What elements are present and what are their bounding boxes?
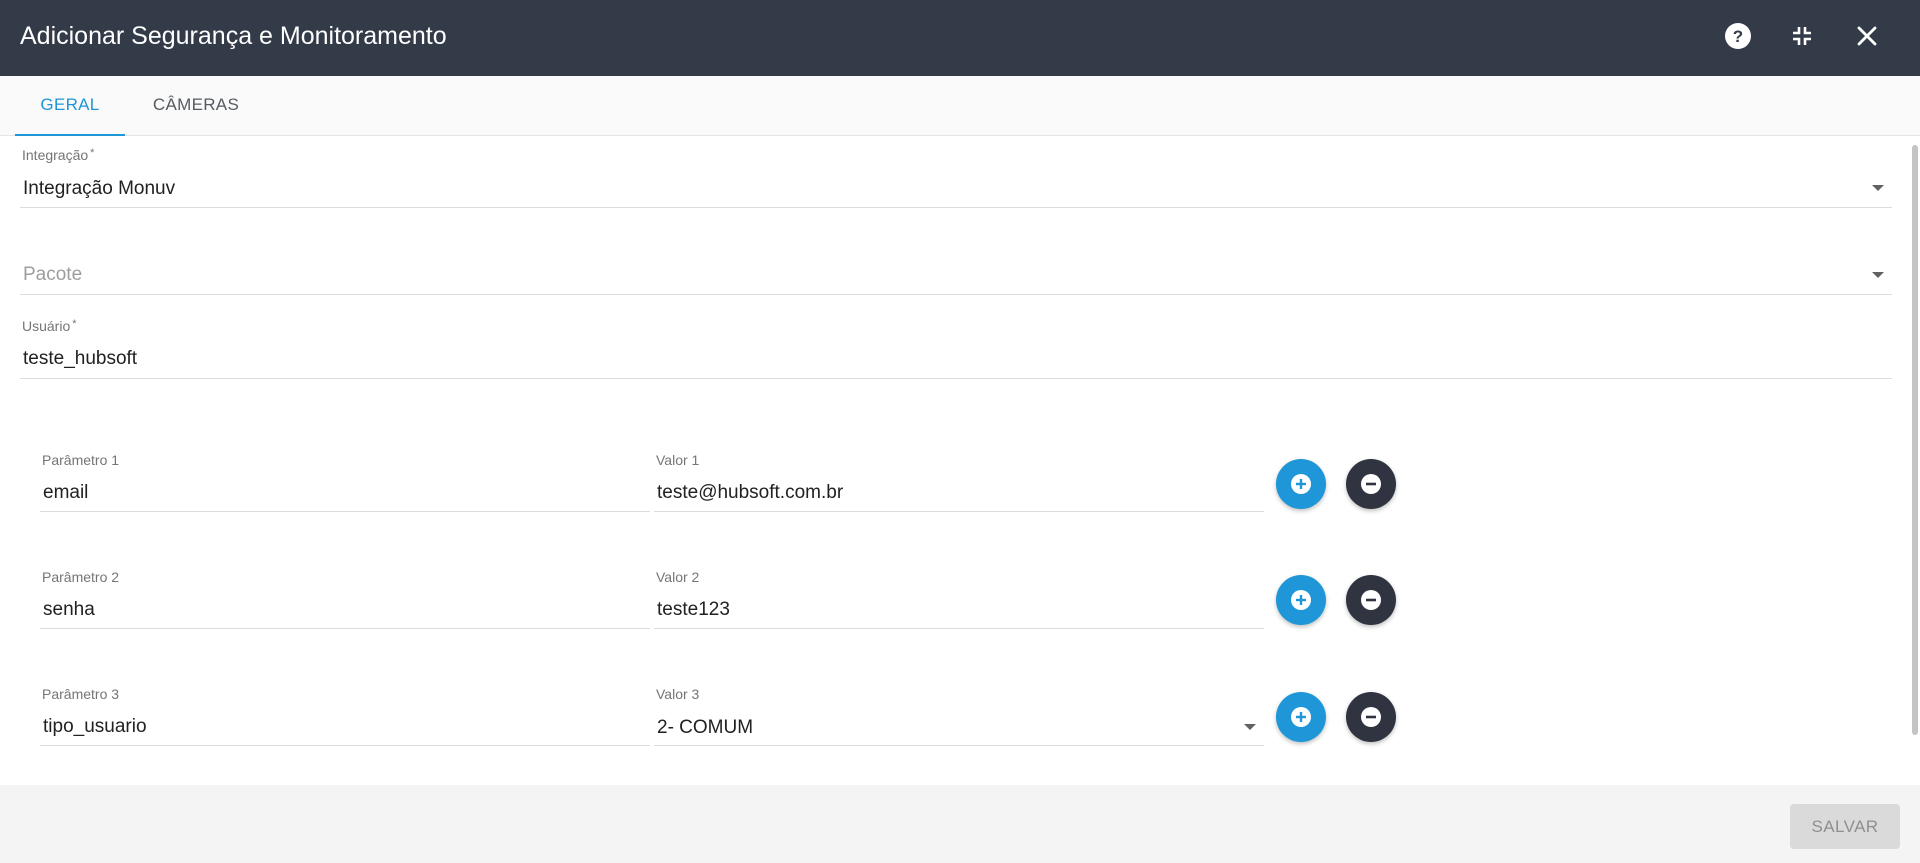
dialog-footer: SALVAR bbox=[0, 785, 1920, 863]
valor-2-value: teste123 bbox=[657, 599, 730, 620]
form-content: Integração * Integração Monuv Pacote Usuá… bbox=[0, 137, 1920, 785]
valor-3-value: 2- COMUM bbox=[657, 717, 754, 738]
parametro-3-input[interactable]: Parâmetro 3 tipo_usuario bbox=[40, 686, 650, 746]
parametro-2-value: senha bbox=[43, 599, 95, 620]
valor-2-label: Valor 2 bbox=[656, 569, 700, 585]
integracao-label: Integração * bbox=[22, 147, 95, 163]
integracao-value: Integração Monuv bbox=[23, 178, 176, 199]
add-parameter-1-button[interactable] bbox=[1276, 459, 1326, 509]
usuario-input[interactable]: Usuário * teste_hubsoft bbox=[20, 318, 1892, 379]
remove-parameter-3-button[interactable] bbox=[1346, 692, 1396, 742]
remove-parameter-2-button[interactable] bbox=[1346, 575, 1396, 625]
valor-2-input[interactable]: Valor 2 teste123 bbox=[654, 569, 1264, 629]
valor-1-label: Valor 1 bbox=[656, 452, 700, 468]
usuario-label: Usuário * bbox=[22, 318, 77, 334]
valor-1-value: teste@hubsoft.com.br bbox=[657, 482, 844, 503]
valor-3-select[interactable]: Valor 3 2- COMUM bbox=[654, 686, 1264, 746]
help-icon[interactable]: ? bbox=[1722, 20, 1754, 52]
parametro-1-input[interactable]: Parâmetro 1 email bbox=[40, 452, 650, 512]
parametro-1-label: Parâmetro 1 bbox=[42, 452, 120, 468]
vertical-scrollbar[interactable] bbox=[1912, 145, 1918, 735]
tab-cameras[interactable]: CÂMERAS bbox=[140, 76, 252, 136]
parametro-3-value: tipo_usuario bbox=[43, 716, 147, 737]
pacote-select[interactable]: Pacote bbox=[20, 234, 1892, 295]
plus-circle-icon bbox=[1291, 707, 1311, 727]
dropdown-arrow-icon bbox=[1872, 272, 1884, 278]
dialog-header: Adicionar Segurança e Monitoramento ? bbox=[0, 0, 1920, 76]
valor-3-label: Valor 3 bbox=[656, 686, 700, 702]
svg-text:?: ? bbox=[1733, 27, 1743, 46]
add-parameter-3-button[interactable] bbox=[1276, 692, 1326, 742]
dropdown-arrow-icon bbox=[1244, 724, 1256, 730]
remove-parameter-1-button[interactable] bbox=[1346, 459, 1396, 509]
parametro-3-label: Parâmetro 3 bbox=[42, 686, 120, 702]
minus-circle-icon bbox=[1361, 474, 1381, 494]
tab-bar: GERAL CÂMERAS bbox=[0, 76, 1920, 136]
fullscreen-exit-icon[interactable] bbox=[1786, 20, 1818, 52]
valor-1-input[interactable]: Valor 1 teste@hubsoft.com.br bbox=[654, 452, 1264, 512]
add-parameter-2-button[interactable] bbox=[1276, 575, 1326, 625]
dialog-title: Adicionar Segurança e Monitoramento bbox=[20, 22, 447, 50]
minus-circle-icon bbox=[1361, 707, 1381, 727]
minus-circle-icon bbox=[1361, 590, 1381, 610]
plus-circle-icon bbox=[1291, 474, 1311, 494]
dropdown-arrow-icon bbox=[1872, 185, 1884, 191]
close-icon[interactable] bbox=[1851, 20, 1883, 52]
tab-geral[interactable]: GERAL bbox=[15, 76, 125, 136]
parametro-1-value: email bbox=[43, 482, 89, 503]
parametro-2-input[interactable]: Parâmetro 2 senha bbox=[40, 569, 650, 629]
plus-circle-icon bbox=[1291, 590, 1311, 610]
parametro-2-label: Parâmetro 2 bbox=[42, 569, 120, 585]
usuario-value: teste_hubsoft bbox=[23, 348, 138, 369]
pacote-placeholder: Pacote bbox=[23, 264, 83, 285]
save-button[interactable]: SALVAR bbox=[1790, 804, 1900, 849]
integracao-select[interactable]: Integração * Integração Monuv bbox=[20, 147, 1892, 208]
